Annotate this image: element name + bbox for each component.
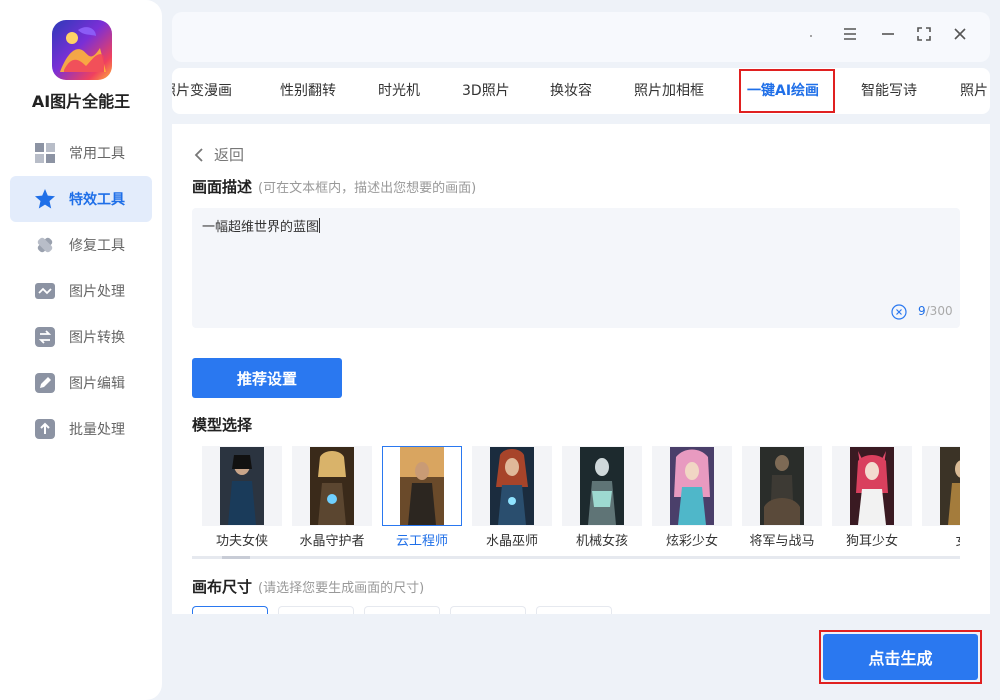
chevron-left-icon [194, 147, 203, 162]
sidebar-item-label: 修复工具 [69, 238, 125, 254]
app-title: AI图片全能王 [31, 92, 131, 111]
model-card-crystal-guardian[interactable]: 水晶守护者 [292, 446, 372, 549]
canvas-size-option[interactable] [192, 606, 268, 614]
tab-time-machine[interactable]: 时光机 [378, 68, 420, 114]
sidebar-item-image-convert[interactable]: 图片转换 [10, 314, 152, 360]
model-thumbnail [220, 447, 264, 525]
back-button[interactable]: 返回 [192, 144, 244, 165]
model-scrollbar[interactable] [192, 556, 960, 559]
model-thumbnail [670, 447, 714, 525]
model-label: 水晶巫师 [485, 534, 538, 549]
app-logo-icon [52, 20, 112, 80]
model-label: 云工程师 [395, 534, 448, 549]
model-card-general-warhorse[interactable]: 将军与战马 [742, 446, 822, 549]
model-label: 将军与战马 [749, 534, 815, 549]
canvas-size-hint: (请选择您要生成画面的尺寸) [258, 581, 425, 596]
back-label: 返回 [214, 146, 245, 164]
model-scrollbar-thumb[interactable] [222, 556, 250, 559]
tab-3d-photo[interactable]: 3D照片 [462, 68, 510, 114]
tab-highlight-box [739, 69, 835, 113]
model-label: 水晶守护者 [299, 534, 365, 549]
maximize-icon[interactable] [915, 25, 933, 43]
recommend-settings-button[interactable]: 推荐设置 [192, 358, 342, 398]
model-label: 机械女孩 [575, 534, 628, 549]
model-card-colorful-girl[interactable]: 炫彩少女 [652, 446, 732, 549]
bandage-icon [34, 234, 56, 256]
clear-circle-icon[interactable] [891, 304, 907, 320]
canvas-size-option[interactable] [278, 606, 354, 614]
description-text: 一幅超维世界的蓝图 [202, 216, 321, 235]
sidebar-item-label: 常用工具 [69, 146, 125, 162]
sidebar-item-label: 特效工具 [69, 192, 125, 208]
sidebar-item-effects-tools[interactable]: 特效工具 [10, 176, 152, 222]
canvas-size-option[interactable] [450, 606, 526, 614]
description-hint: (可在文本框内，描述出您想要的画面) [258, 181, 477, 196]
model-thumbnail [400, 447, 444, 525]
title-bar [172, 12, 990, 62]
sidebar-nav: 常用工具 特效工具 修复工具 图片处理 图片转换 图片编辑 批量处理 [10, 130, 152, 452]
convert-icon [34, 326, 56, 348]
description-title-text: 画面描述 [192, 178, 253, 196]
tab-photo-to-comic[interactable]: 照片变漫画 [172, 68, 232, 114]
generate-button[interactable]: 点击生成 [823, 634, 978, 680]
model-label: 女 [922, 530, 960, 549]
model-label: 功夫女侠 [215, 534, 268, 549]
sidebar-item-repair-tools[interactable]: 修复工具 [10, 222, 152, 268]
edit-icon [34, 372, 56, 394]
canvas-size-option[interactable] [536, 606, 612, 614]
model-card-crystal-wizard[interactable]: 水晶巫师 [472, 446, 552, 549]
description-title: 画面描述 (可在文本框内，描述出您想要的画面) [192, 176, 476, 197]
model-label: 炫彩少女 [665, 534, 718, 549]
grid-icon [34, 142, 56, 164]
model-thumbnail [490, 447, 534, 525]
tab-photo-more[interactable]: 照片 [960, 68, 988, 114]
model-card-partial[interactable]: 女 [922, 446, 960, 549]
status-dot-icon [810, 35, 812, 37]
model-section-title: 模型选择 [192, 416, 253, 434]
effects-tabs: 照片变漫画 性别翻转 时光机 3D照片 换妆容 照片加相框 一键AI绘画 智能写… [172, 68, 990, 114]
star-icon [34, 188, 56, 210]
minimize-icon[interactable] [879, 25, 897, 43]
image-wave-icon [34, 280, 56, 302]
upload-icon [34, 418, 56, 440]
sidebar: AI图片全能王 常用工具 特效工具 修复工具 图片处理 图片转换 图片编辑 批量… [0, 0, 162, 700]
model-card-cloud-engineer[interactable]: 云工程师 [382, 446, 462, 549]
description-value: 一幅超维世界的蓝图 [202, 220, 320, 235]
char-counter: 9/300 [918, 304, 953, 318]
canvas-size-title-text: 画布尺寸 [192, 578, 253, 596]
model-label: 狗耳少女 [845, 534, 898, 549]
model-card-dog-ear-girl[interactable]: 狗耳少女 [832, 446, 912, 549]
canvas-size-option[interactable] [364, 606, 440, 614]
char-max: /300 [925, 304, 953, 318]
ai-painting-panel: 返回 画面描述 (可在文本框内，描述出您想要的画面) 一幅超维世界的蓝图 9/30… [172, 124, 990, 614]
close-icon[interactable] [951, 25, 969, 43]
sidebar-item-label: 批量处理 [69, 422, 125, 438]
model-card-mecha-girl[interactable]: 机械女孩 [562, 446, 642, 549]
tab-makeup[interactable]: 换妆容 [550, 68, 592, 114]
sidebar-item-image-edit[interactable]: 图片编辑 [10, 360, 152, 406]
sidebar-item-label: 图片处理 [69, 284, 125, 300]
canvas-size-title: 画布尺寸 (请选择您要生成画面的尺寸) [192, 576, 424, 597]
sidebar-item-batch[interactable]: 批量处理 [10, 406, 152, 452]
model-card-kungfu-heroine[interactable]: 功夫女侠 [202, 446, 282, 549]
model-thumbnail [760, 447, 804, 525]
sidebar-item-common-tools[interactable]: 常用工具 [10, 130, 152, 176]
sidebar-item-label: 图片编辑 [69, 376, 125, 392]
tab-smart-poem[interactable]: 智能写诗 [861, 68, 917, 114]
menu-icon[interactable] [841, 25, 859, 43]
model-thumbnail [580, 447, 624, 525]
model-thumbnail [850, 447, 894, 525]
tab-gender-swap[interactable]: 性别翻转 [280, 68, 336, 114]
char-count: 9 [918, 304, 926, 318]
tab-photo-frame[interactable]: 照片加相框 [634, 68, 704, 114]
description-textarea[interactable]: 一幅超维世界的蓝图 9/300 [192, 208, 960, 328]
model-list: 功夫女侠 水晶守护者 云工程师 水晶巫师 机械女孩 炫彩少女 将军与战马 狗耳少… [202, 446, 960, 556]
text-caret [319, 218, 321, 233]
model-thumbnail [310, 447, 354, 525]
model-thumbnail [940, 447, 960, 525]
sidebar-item-image-processing[interactable]: 图片处理 [10, 268, 152, 314]
sidebar-item-label: 图片转换 [69, 330, 125, 346]
